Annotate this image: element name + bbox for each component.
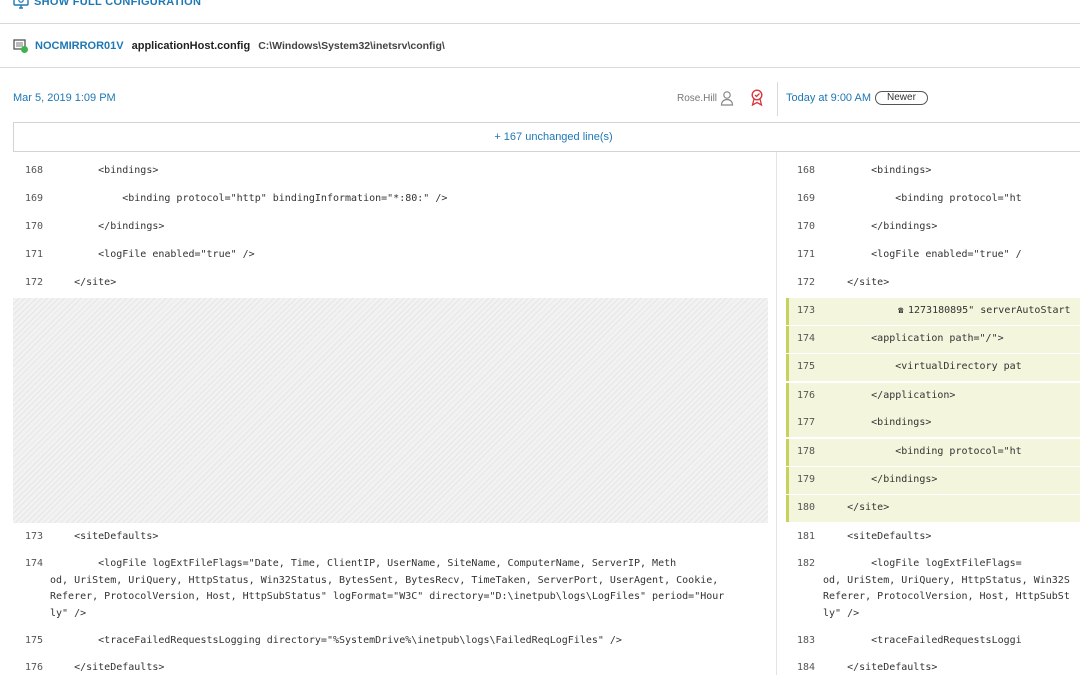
right-code-line: <logFile enabled="true" /: [823, 249, 1022, 260]
show-full-configuration-button[interactable]: SHOW FULL CONFIGURATION: [13, 0, 201, 10]
right-line-number: 181: [797, 531, 816, 542]
left-line-number: 168: [25, 165, 44, 176]
right-code-line: </siteDefaults>: [823, 662, 938, 673]
left-line-number: 172: [25, 277, 44, 288]
right-line-number: 169: [797, 193, 816, 204]
right-code-line: <traceFailedRequestsLoggi: [823, 635, 1022, 646]
show-full-configuration-label: SHOW FULL CONFIGURATION: [34, 0, 202, 8]
right-code-line: </application>: [823, 390, 956, 401]
right-code-line: <siteDefaults>: [823, 531, 932, 542]
file-path: C:\Windows\System32\inetsrv\config\: [258, 39, 445, 52]
right-code-line: </site>: [823, 502, 890, 513]
right-line-number: 174: [797, 333, 816, 344]
file-name: applicationHost.config: [131, 39, 251, 52]
right-line-number: 184: [797, 662, 816, 673]
right-code-line-wrap: od, UriStem, UriQuery, HttpStatus, Win32…: [823, 574, 1070, 586]
top-toolbar: SHOW FULL CONFIGURATION: [0, 0, 1080, 24]
compare-header: Mar 5, 2019 1:09 PM Rose.Hill Today at 9…: [0, 68, 1080, 122]
right-line-number: 178: [797, 446, 816, 457]
left-code-line-wrap: ly" />: [50, 607, 87, 619]
unchanged-lines-label: + 167 unchanged line(s): [494, 131, 613, 143]
left-code-line: <logFile logExtFileFlags="Date, Time, Cl…: [50, 558, 677, 569]
user-icon: [720, 91, 734, 106]
right-line-number: 171: [797, 249, 816, 260]
right-line-number: 170: [797, 221, 816, 232]
left-line-number: 170: [25, 221, 44, 232]
server-online-icon: [13, 38, 29, 54]
left-empty-block: [13, 298, 768, 523]
left-code-line: <bindings>: [50, 165, 159, 176]
monitor-gear-icon: [13, 0, 29, 9]
right-line-number: 177: [797, 417, 816, 428]
right-code-line: <logFile logExtFileFlags=: [823, 558, 1022, 569]
left-line-number: 169: [25, 193, 44, 204]
file-header: NOCMIRROR01V applicationHost.config C:\W…: [0, 24, 1080, 68]
left-code-line: </bindings>: [50, 221, 165, 232]
right-code-line: 1273180895" serverAutoStart: [908, 305, 1071, 316]
header-divider: [777, 82, 778, 116]
left-code-line: </site>: [50, 277, 117, 288]
left-code-line: <traceFailedRequestsLogging directory="%…: [50, 635, 622, 646]
left-line-number: 173: [25, 531, 44, 542]
right-code-line: <binding protocol="ht: [823, 446, 1022, 457]
left-version-date[interactable]: Mar 5, 2019 1:09 PM: [13, 92, 116, 104]
left-code-line: <siteDefaults>: [50, 531, 159, 542]
right-line-number: 168: [797, 165, 816, 176]
right-code-line: <binding protocol="ht: [823, 193, 1022, 204]
left-code-line-wrap: Referer, ProtocolVersion, Host, HttpSubS…: [50, 591, 725, 602]
left-code-line: <binding protocol="http" bindingInformat…: [50, 193, 448, 204]
pane-divider: [776, 152, 777, 675]
right-line-number: 175: [797, 361, 816, 372]
right-code-line-wrap: ly" />: [823, 607, 860, 619]
left-line-number: 171: [25, 249, 44, 260]
right-line-number: 173: [797, 305, 816, 316]
right-code-line-wrap: Referer, ProtocolVersion, Host, HttpSubS…: [823, 591, 1070, 602]
right-code-line: </bindings>: [823, 474, 938, 485]
unchanged-lines-expander[interactable]: + 167 unchanged line(s): [13, 122, 1080, 152]
right-code-line: <virtualDirectory pat: [823, 361, 1022, 372]
left-code-line: <logFile enabled="true" />: [50, 249, 255, 260]
award-icon[interactable]: [750, 89, 764, 106]
phone-icon: ☎: [898, 306, 904, 316]
right-code-line: <bindings>: [823, 417, 932, 428]
server-name-link[interactable]: NOCMIRROR01V: [35, 40, 124, 52]
right-version-date[interactable]: Today at 9:00 AM: [786, 92, 871, 104]
right-line-number: 180: [797, 502, 816, 513]
newer-badge: Newer: [875, 91, 928, 105]
left-line-number: 175: [25, 635, 44, 646]
right-code-line: <bindings>: [823, 165, 932, 176]
right-code-line: <application path="/">: [823, 333, 1004, 344]
user-name: Rose.Hill: [677, 93, 718, 104]
right-code-line: </site>: [823, 277, 890, 288]
right-line-number: 176: [797, 390, 816, 401]
left-code-line: </siteDefaults>: [50, 662, 165, 673]
right-line-number: 172: [797, 277, 816, 288]
left-code-line-wrap: od, UriStem, UriQuery, HttpStatus, Win32…: [50, 574, 719, 586]
right-line-number: 183: [797, 635, 816, 646]
left-line-number: 174: [25, 558, 44, 569]
right-line-number: 182: [797, 558, 816, 569]
right-line-number: 179: [797, 474, 816, 485]
right-code-line: </bindings>: [823, 221, 938, 232]
left-line-number: 176: [25, 662, 44, 673]
